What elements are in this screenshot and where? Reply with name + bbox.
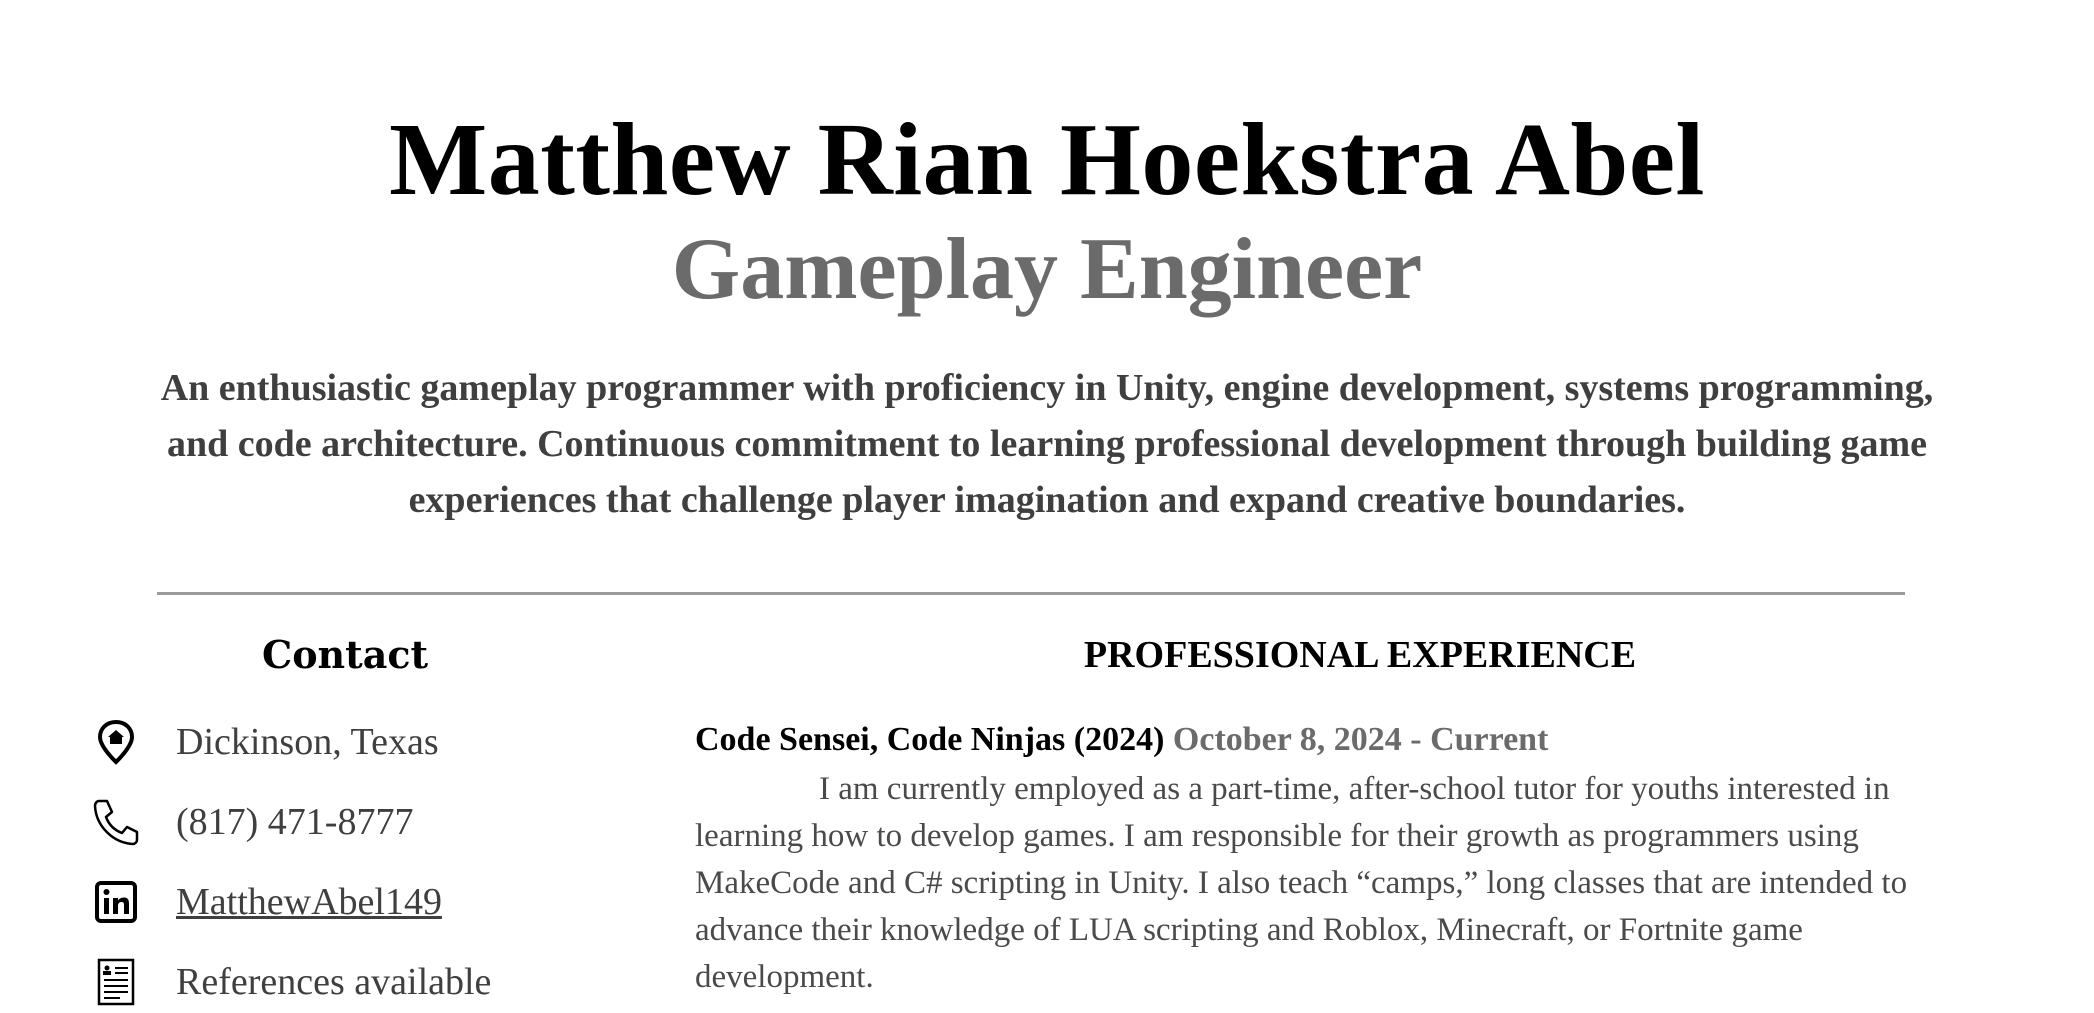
phone-icon [88,794,144,850]
job-role: Code Sensei, Code Ninjas (2024) [695,721,1165,758]
experience-heading: PROFESSIONAL EXPERIENCE [1083,634,1637,676]
location-pin-icon [88,714,144,770]
job-description: I am currently employed as a part-time, … [695,771,1908,995]
contact-item-phone: (817) 471-8777 [88,792,413,852]
job-title: Gameplay Engineer [671,221,1423,318]
contact-phone-text: (817) 471-8777 [176,801,414,843]
job-dates: October 8, 2024 - Current [1172,721,1549,758]
job-header: Code Sensei, Code Ninjas (2024) October … [695,718,1548,762]
section-divider [157,592,1905,595]
contact-heading: Contact [261,632,429,677]
linkedin-link[interactable]: MatthewAbel149 [176,880,442,924]
contact-item-linkedin[interactable]: MatthewAbel149 [88,872,442,932]
full-name: Matthew Rian Hoekstra Abel [389,102,1705,217]
contact-item-references: References available [88,952,491,1012]
contact-references-text: References available [176,961,492,1003]
resume-header: Matthew Rian Hoekstra Abel Gameplay Engi… [0,100,2094,320]
linkedin-icon[interactable] [88,874,144,930]
professional-summary: An enthusiastic gameplay programmer with… [160,367,1934,521]
document-icon [88,954,144,1010]
contact-item-location: Dickinson, Texas [88,712,439,772]
contact-location-text: Dickinson, Texas [176,721,439,763]
